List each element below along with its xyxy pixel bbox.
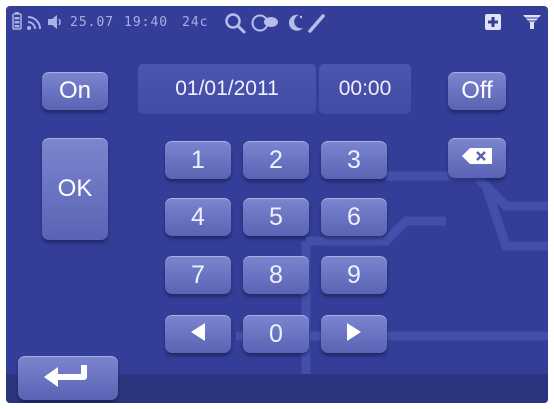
on-button-label: On <box>58 77 91 104</box>
backspace-icon <box>460 147 494 170</box>
signal-icon <box>26 13 44 35</box>
status-temperature: 24c <box>182 15 209 30</box>
key-4[interactable]: 4 <box>165 198 231 236</box>
on-button[interactable]: On <box>42 72 108 110</box>
arrow-left-button[interactable] <box>165 315 231 353</box>
key-8[interactable]: 8 <box>243 256 309 294</box>
ok-button-label: OK <box>57 175 93 202</box>
date-value: 01/01/2011 <box>175 77 279 100</box>
backspace-button[interactable] <box>448 138 506 178</box>
key-6[interactable]: 6 <box>321 198 387 236</box>
key-5[interactable]: 5 <box>243 198 309 236</box>
key-7[interactable]: 7 <box>165 256 231 294</box>
key-label: 1 <box>191 145 205 174</box>
date-display[interactable]: 01/01/2011 <box>138 64 316 114</box>
arrow-right-icon <box>345 320 363 349</box>
key-label: 6 <box>347 202 361 231</box>
key-2[interactable]: 2 <box>243 141 309 179</box>
battery-icon <box>12 12 22 34</box>
time-display[interactable]: 00:00 <box>319 64 411 114</box>
speaker-icon <box>46 13 64 35</box>
status-bar: 25.07 19:40 24c <box>6 6 548 40</box>
arrow-left-icon <box>189 320 207 349</box>
key-label: 4 <box>191 202 205 231</box>
key-label: 5 <box>269 202 283 231</box>
key-1[interactable]: 1 <box>165 141 231 179</box>
search-icon[interactable] <box>224 12 246 38</box>
touch-screen: 25.07 19:40 24c On OK 01/01/2011 00:00 O… <box>6 6 548 403</box>
plus-icon[interactable] <box>484 13 502 35</box>
off-button[interactable]: Off <box>448 72 506 110</box>
time-value: 00:00 <box>338 77 392 100</box>
key-3[interactable]: 3 <box>321 141 387 179</box>
off-button-label: Off <box>461 77 493 104</box>
key-label: 9 <box>347 260 361 289</box>
status-time: 19:40 <box>124 15 169 30</box>
key-label: 7 <box>191 260 205 289</box>
status-date: 25.07 <box>70 15 115 30</box>
key-9[interactable]: 9 <box>321 256 387 294</box>
filter-icon[interactable] <box>522 13 542 35</box>
chat-bubble-icon[interactable] <box>251 12 279 38</box>
arrow-right-button[interactable] <box>321 315 387 353</box>
ok-button[interactable]: OK <box>42 138 108 240</box>
enter-return-icon <box>40 363 96 394</box>
key-0[interactable]: 0 <box>243 315 309 353</box>
key-label: 3 <box>347 145 361 174</box>
key-label: 0 <box>269 319 283 348</box>
key-label: 8 <box>269 260 283 289</box>
moon-icon[interactable] <box>286 12 306 38</box>
pen-icon[interactable] <box>307 12 327 38</box>
enter-button[interactable] <box>18 356 118 400</box>
key-label: 2 <box>269 145 283 174</box>
